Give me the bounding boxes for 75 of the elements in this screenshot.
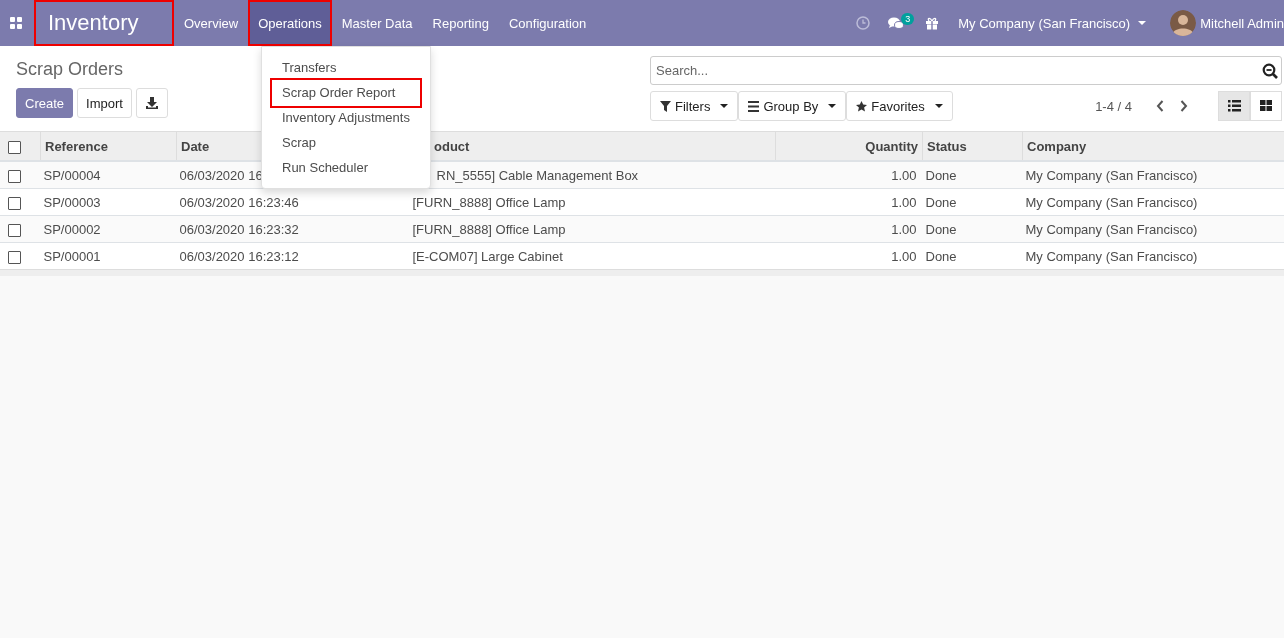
caret-icon — [720, 104, 729, 108]
column-header[interactable]: Company — [1027, 138, 1087, 154]
table-cell: SP/00002 — [43, 221, 101, 237]
table-cell: SP/00001 — [43, 248, 101, 264]
pager-value: 1-4 / 4 — [1095, 98, 1132, 114]
table-cell: 06/03/2020 16:23:46 — [179, 194, 299, 210]
table-cell-text: RN_5555] Cable Management Box — [435, 167, 639, 183]
caret-icon — [828, 104, 837, 108]
column-header[interactable]: Date — [181, 138, 210, 154]
dropdown-item[interactable]: Run Scheduler — [262, 155, 430, 180]
chevron-right-icon — [1180, 100, 1188, 112]
row-checkbox[interactable] — [8, 250, 21, 264]
filter-dropdown-button[interactable]: Filters — [650, 91, 739, 121]
list-view-icon — [1227, 100, 1241, 112]
table-cell: 06/03/2020 16:23:32 — [179, 221, 299, 237]
chevron-left-icon — [1156, 100, 1164, 112]
filter-icon — [660, 100, 671, 112]
message-count-badge: 3 — [901, 13, 915, 25]
avatar-icon — [1170, 10, 1197, 36]
filter-dropdown-button[interactable]: Group By — [738, 91, 847, 121]
table-cell: 1.00 — [891, 194, 917, 210]
import-button[interactable]: Import — [77, 88, 132, 118]
table-cell: My Company (San Francisco) — [1025, 167, 1198, 183]
select-all-checkbox[interactable] — [8, 140, 21, 154]
table-cell: My Company (San Francisco) — [1025, 194, 1198, 210]
table-cell: Done — [925, 167, 957, 183]
menu-item[interactable]: Master Data — [331, 0, 423, 46]
filter-dropdown-button[interactable]: Favorites — [846, 91, 953, 121]
user-name: Mitchell Admin — [1200, 15, 1284, 31]
list-icon — [748, 100, 760, 112]
column-header[interactable]: Quantity — [865, 138, 918, 154]
gift-icon — [925, 16, 940, 30]
search-field[interactable]: Search... — [650, 56, 1282, 85]
caret-icon — [934, 104, 943, 108]
dropdown-item[interactable]: Transfers — [262, 55, 430, 80]
dropdown-item[interactable]: Inventory Adjustments — [262, 105, 430, 130]
grid-icon — [10, 17, 22, 29]
download-icon — [145, 97, 158, 109]
caret-icon — [1138, 21, 1147, 25]
menu-item[interactable]: Configuration — [498, 0, 597, 46]
search-icon — [1262, 63, 1278, 79]
user-menu[interactable]: Mitchell Admin — [1160, 0, 1284, 46]
table-cell: 1.00 — [891, 167, 917, 183]
row-checkbox[interactable] — [8, 169, 21, 183]
table-cell: Done — [925, 248, 957, 264]
chat-icon — [888, 16, 905, 30]
menu-item[interactable]: Operations — [248, 0, 332, 46]
kanban-view-icon — [1259, 100, 1273, 112]
table-cell: [E-COM07] Large Cabinet — [412, 248, 563, 264]
table-cell: 06/03/2020 16:23:12 — [179, 248, 299, 264]
kanban-view-button[interactable] — [1250, 91, 1282, 121]
row-checkbox[interactable] — [8, 196, 21, 210]
table-cell: My Company (San Francisco) — [1025, 221, 1198, 237]
table-cell: My Company (San Francisco) — [1025, 248, 1198, 264]
list-view-button[interactable] — [1218, 91, 1250, 121]
table-cell: Done — [925, 194, 957, 210]
create-button[interactable]: Create — [16, 88, 74, 118]
table-cell: [FURN_8888] Office Lamp — [412, 194, 566, 210]
clock-icon — [856, 16, 871, 30]
dropdown-item[interactable]: Scrap Order Report — [262, 80, 430, 105]
table-cell: 1.00 — [891, 248, 917, 264]
app-name: Inventory — [32, 0, 174, 46]
table-cell: SP/00004 — [43, 167, 101, 183]
table-cell: [FURN_8888] Office Lamp — [412, 221, 566, 237]
dropdown-item[interactable]: Scrap — [262, 130, 430, 155]
table-cell: 1.00 — [891, 221, 917, 237]
company-switcher[interactable]: My Company (San Francisco) — [948, 0, 1161, 46]
page-title: Scrap Orders — [16, 59, 125, 80]
menu-item[interactable]: Overview — [174, 0, 249, 46]
table-cell: SP/00003 — [43, 194, 101, 210]
menu-item[interactable]: Reporting — [422, 0, 499, 46]
table-cell: Done — [925, 221, 957, 237]
row-checkbox[interactable] — [8, 223, 21, 237]
star-icon — [856, 100, 868, 112]
download-button[interactable] — [135, 88, 168, 118]
